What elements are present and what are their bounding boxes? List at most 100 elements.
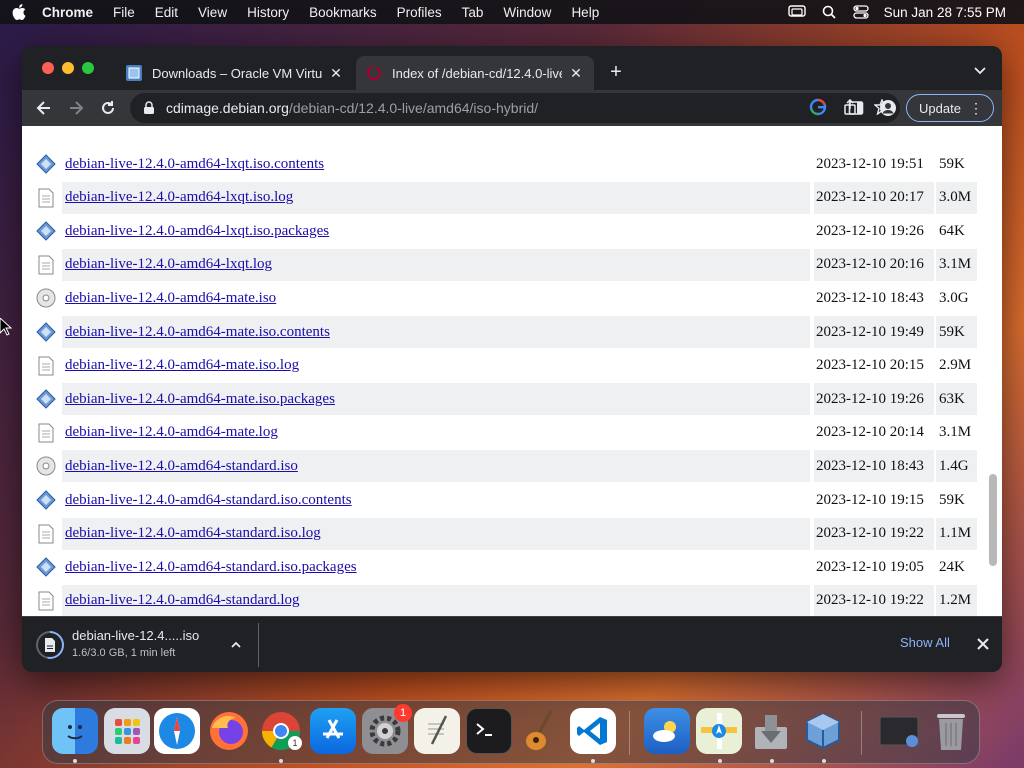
chrome-icon[interactable]: 1 <box>258 708 304 754</box>
new-tab-button[interactable]: + <box>606 62 626 82</box>
dock-divider <box>629 711 630 755</box>
spotlight-search-icon[interactable] <box>820 5 838 19</box>
system-settings-icon[interactable]: 1 <box>362 704 412 754</box>
trash-icon[interactable] <box>928 708 974 754</box>
last-modified-cell: 2023-12-10 19:49 <box>814 316 934 348</box>
menu-edit[interactable]: Edit <box>155 5 178 20</box>
scrollbar-thumb[interactable] <box>989 474 997 566</box>
side-panel-icon[interactable] <box>846 98 866 118</box>
finder-icon[interactable] <box>52 708 98 754</box>
back-arrow-icon[interactable] <box>34 98 54 118</box>
file-name-cell: debian-live-12.4.0-amd64-standard.log <box>62 584 810 616</box>
file-link[interactable]: debian-live-12.4.0-amd64-standard.iso.lo… <box>65 525 321 542</box>
file-link[interactable]: debian-live-12.4.0-amd64-lxqt.iso.conten… <box>65 156 324 173</box>
debian-favicon <box>366 65 382 81</box>
launchpad-icon[interactable] <box>104 708 150 754</box>
address-bar[interactable]: cdimage.debian.org/debian-cd/12.4.0-live… <box>130 93 900 123</box>
close-shelf-icon[interactable] <box>974 635 992 653</box>
screen-mirroring-icon[interactable] <box>787 5 806 19</box>
file-name-cell: debian-live-12.4.0-amd64-mate.iso.log <box>62 350 810 382</box>
forward-arrow-icon[interactable] <box>66 98 86 118</box>
tab-close-icon[interactable]: ✕ <box>328 65 344 81</box>
file-link[interactable]: debian-live-12.4.0-amd64-standard.log <box>65 592 300 609</box>
control-center-icon[interactable] <box>852 5 870 19</box>
menu-window[interactable]: Window <box>503 5 551 20</box>
last-modified-cell: 2023-12-10 19:26 <box>816 222 924 239</box>
text-file-icon <box>32 182 60 214</box>
file-name-cell: debian-live-12.4.0-amd64-lxqt.iso.log <box>62 181 810 214</box>
file-name-cell: debian-live-12.4.0-amd64-mate.iso.packag… <box>62 383 810 416</box>
garageband-icon[interactable] <box>518 708 564 754</box>
tab-close-icon[interactable]: ✕ <box>568 65 584 81</box>
menu-view[interactable]: View <box>198 5 227 20</box>
file-link[interactable]: debian-live-12.4.0-amd64-mate.iso <box>65 290 276 307</box>
text-file-icon <box>32 249 60 281</box>
file-link[interactable]: debian-live-12.4.0-amd64-lxqt.iso.packag… <box>65 223 329 240</box>
close-window-button[interactable] <box>42 62 54 74</box>
mouse-cursor-icon <box>0 317 13 336</box>
file-name-cell: debian-live-12.4.0-amd64-mate.iso <box>62 282 810 314</box>
virtualbox-icon[interactable] <box>800 708 846 754</box>
terminal-icon[interactable] <box>466 708 512 754</box>
dock-divider <box>861 711 862 755</box>
tab-title: Index of /debian-cd/12.4.0-live <box>392 65 562 81</box>
file-link[interactable]: debian-live-12.4.0-amd64-standard.iso.co… <box>65 492 352 509</box>
zoom-window-button[interactable] <box>82 62 94 74</box>
profile-avatar-icon[interactable] <box>878 98 898 118</box>
file-link[interactable]: debian-live-12.4.0-amd64-mate.iso.packag… <box>65 391 335 408</box>
text-file-icon <box>32 585 60 616</box>
table-row: debian-live-12.4.0-amd64-standard.iso.pa… <box>32 551 977 583</box>
chevron-up-icon[interactable] <box>228 637 244 653</box>
file-link[interactable]: debian-live-12.4.0-amd64-mate.log <box>65 424 278 441</box>
more-menu-icon[interactable]: ⋮ <box>969 100 983 117</box>
menu-history[interactable]: History <box>247 5 289 20</box>
file-link[interactable]: debian-live-12.4.0-amd64-standard.iso.pa… <box>65 559 357 576</box>
page-scrollbar[interactable] <box>987 126 999 616</box>
textedit-icon[interactable] <box>414 708 460 754</box>
minimize-window-button[interactable] <box>62 62 74 74</box>
file-link[interactable]: debian-live-12.4.0-amd64-lxqt.log <box>65 256 272 273</box>
running-indicator <box>73 759 77 763</box>
safari-icon[interactable] <box>154 708 200 754</box>
reload-icon[interactable] <box>98 98 118 118</box>
menu-tab[interactable]: Tab <box>462 5 484 20</box>
menu-bookmarks[interactable]: Bookmarks <box>309 5 377 20</box>
screenshot-folder-icon[interactable] <box>876 708 922 754</box>
google-lens-icon[interactable] <box>808 97 828 117</box>
table-row: debian-live-12.4.0-amd64-lxqt.iso.packag… <box>32 215 977 247</box>
menu-app-name[interactable]: Chrome <box>42 5 93 20</box>
menu-help[interactable]: Help <box>571 5 599 20</box>
menu-file[interactable]: File <box>113 5 135 20</box>
file-link[interactable]: debian-live-12.4.0-amd64-mate.iso.log <box>65 357 299 374</box>
file-link[interactable]: debian-live-12.4.0-amd64-standard.iso <box>65 458 298 475</box>
vscode-icon[interactable] <box>570 708 616 754</box>
disc-icon <box>32 450 60 482</box>
contents-icon <box>32 316 60 348</box>
tab-virtualbox-downloads[interactable]: Downloads – Oracle VM Virtual ✕ <box>116 56 354 90</box>
app-store-icon[interactable] <box>310 708 356 754</box>
tab-search-chevron-icon[interactable] <box>972 62 988 78</box>
file-size-cell: 24K <box>939 558 965 575</box>
file-name-cell: debian-live-12.4.0-amd64-standard.iso.lo… <box>62 517 810 550</box>
show-all-downloads-button[interactable]: Show All <box>900 635 950 650</box>
menu-bar-clock[interactable]: Sun Jan 28 7:55 PM <box>884 5 1006 20</box>
firefox-icon[interactable] <box>206 708 252 754</box>
download-item[interactable]: debian-live-12.4.....iso 1.6/3.0 GB, 1 m… <box>36 625 258 665</box>
apple-menu-icon[interactable] <box>12 4 28 20</box>
file-link[interactable]: debian-live-12.4.0-amd64-mate.iso.conten… <box>65 324 330 341</box>
menu-profiles[interactable]: Profiles <box>397 5 442 20</box>
weather-icon[interactable] <box>644 708 690 754</box>
contents-icon <box>32 215 60 247</box>
file-name-cell: debian-live-12.4.0-amd64-lxqt.iso.conten… <box>62 148 810 180</box>
site-info-icon[interactable] <box>142 101 156 115</box>
update-chrome-button[interactable]: Update ⋮ <box>906 94 994 122</box>
file-size-cell: 2.9M <box>939 357 972 374</box>
chrome-download-badge: 1 <box>288 736 302 750</box>
url-host: cdimage.debian.org <box>166 100 289 116</box>
installer-icon[interactable] <box>748 708 794 754</box>
tab-debian-index[interactable]: Index of /debian-cd/12.4.0-live ✕ <box>356 56 594 90</box>
text-file-icon <box>32 417 60 449</box>
maps-icon[interactable] <box>696 708 742 754</box>
file-size-cell: 3.0G <box>939 289 969 306</box>
file-link[interactable]: debian-live-12.4.0-amd64-lxqt.iso.log <box>65 189 293 206</box>
